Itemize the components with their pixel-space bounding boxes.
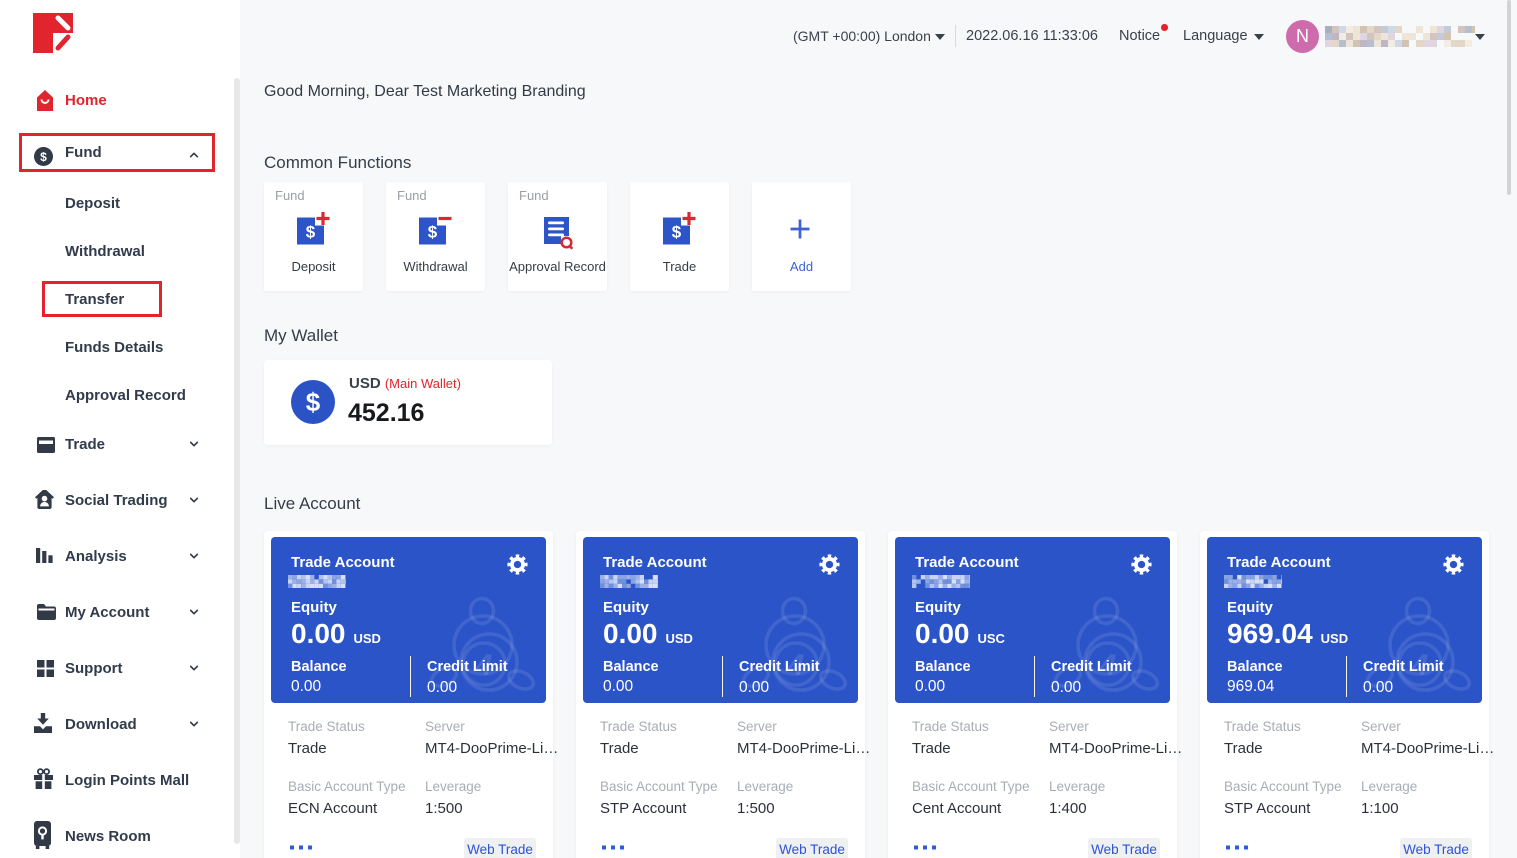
svg-text:$: $ xyxy=(40,150,47,164)
svg-text:$: $ xyxy=(306,223,316,242)
svg-text:$: $ xyxy=(428,223,438,242)
svg-text:$: $ xyxy=(672,223,682,242)
